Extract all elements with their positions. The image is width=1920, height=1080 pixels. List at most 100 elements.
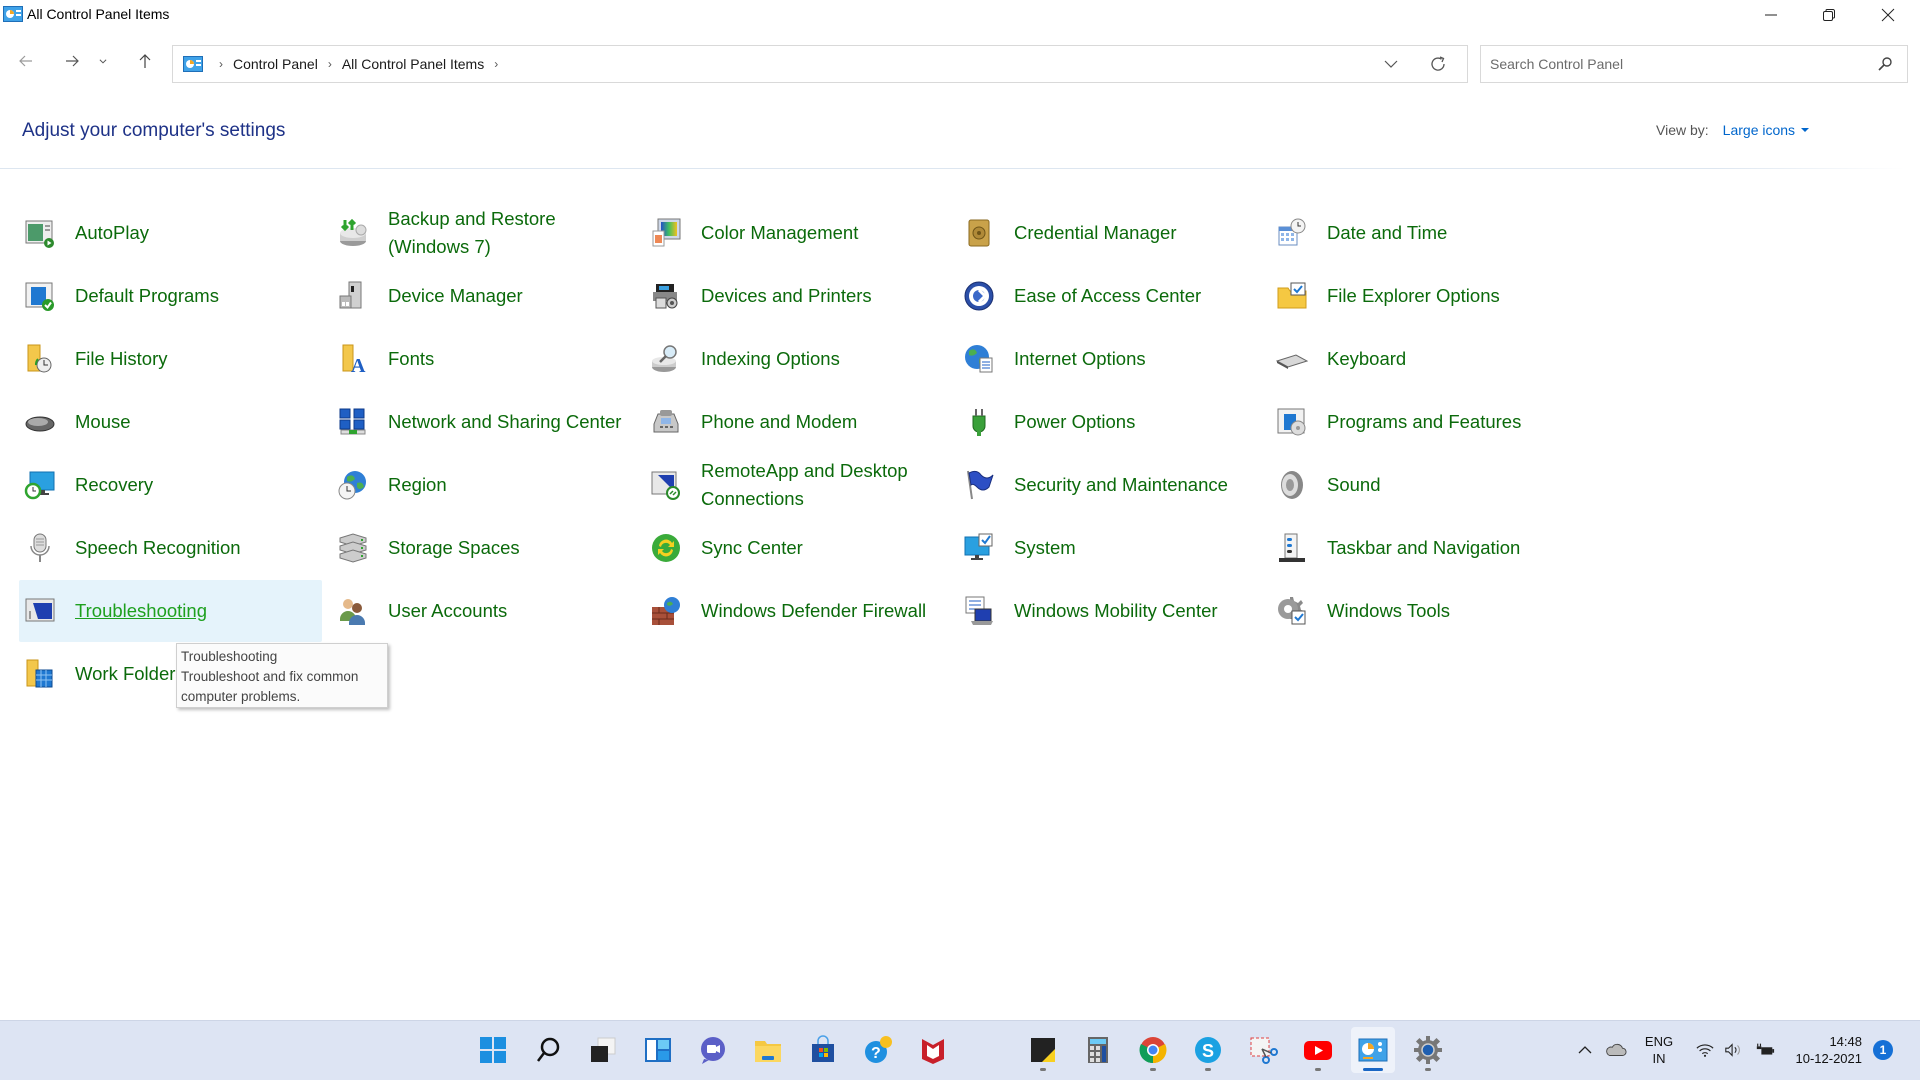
control-panel-item-label[interactable]: Keyboard — [1327, 345, 1572, 373]
control-panel-item[interactable]: Keyboard — [1271, 328, 1574, 390]
search-icon[interactable] — [1877, 56, 1893, 72]
control-panel-item[interactable]: Ease of Access Center — [958, 265, 1261, 327]
control-panel-item[interactable]: A Fonts — [332, 328, 635, 390]
taskbar-app-widgets[interactable] — [636, 1027, 680, 1073]
control-panel-item[interactable]: Mouse — [19, 391, 322, 453]
control-panel-item-label[interactable]: Storage Spaces — [388, 534, 633, 562]
taskbar-app-get-help[interactable]: ? — [856, 1027, 900, 1073]
control-panel-item-label[interactable]: Default Programs — [75, 282, 320, 310]
control-panel-item[interactable]: Internet Options — [958, 328, 1261, 390]
taskbar-app-microsoft-store[interactable] — [801, 1027, 845, 1073]
control-panel-item[interactable]: Device Manager — [332, 265, 635, 327]
up-button[interactable] — [128, 46, 162, 76]
control-panel-item[interactable]: Indexing Options — [645, 328, 948, 390]
control-panel-item-label[interactable]: Taskbar and Navigation — [1327, 534, 1572, 562]
control-panel-item[interactable]: Color Management — [645, 202, 948, 264]
control-panel-item[interactable]: Recovery — [19, 454, 322, 516]
control-panel-item[interactable]: Programs and Features — [1271, 391, 1574, 453]
control-panel-item-label[interactable]: Fonts — [388, 345, 633, 373]
control-panel-item[interactable]: File History — [19, 328, 322, 390]
clock-button[interactable]: 14:48 10-12-2021 — [1790, 1020, 1863, 1080]
taskbar-app-chat[interactable] — [691, 1027, 735, 1073]
control-panel-item[interactable]: Date and Time — [1271, 202, 1574, 264]
control-panel-item[interactable]: User Accounts — [332, 580, 635, 642]
control-panel-item[interactable]: Default Programs — [19, 265, 322, 327]
control-panel-item-label[interactable]: Color Management — [701, 219, 946, 247]
control-panel-item[interactable]: System — [958, 517, 1261, 579]
control-panel-item-label[interactable]: Recovery — [75, 471, 320, 499]
taskbar-app-control-panel[interactable] — [1351, 1027, 1395, 1073]
taskbar-app-snipping-tool[interactable] — [1241, 1027, 1285, 1073]
control-panel-item-label[interactable]: Power Options — [1014, 408, 1259, 436]
recent-locations-button[interactable] — [92, 46, 114, 76]
taskbar-app-sticky-notes[interactable] — [1021, 1027, 1065, 1073]
input-language-button[interactable]: ENG IN — [1642, 1020, 1676, 1080]
taskbar-app-skype[interactable]: S — [1186, 1027, 1230, 1073]
control-panel-item[interactable]: Windows Tools — [1271, 580, 1574, 642]
taskbar-app-task-view[interactable] — [581, 1027, 625, 1073]
taskbar-app-file-explorer[interactable] — [746, 1027, 790, 1073]
show-hidden-icons-button[interactable] — [1573, 1020, 1597, 1080]
control-panel-item-label[interactable]: Programs and Features — [1327, 408, 1572, 436]
control-panel-item[interactable]: Windows Defender Firewall — [645, 580, 948, 642]
battery-button[interactable] — [1752, 1020, 1778, 1080]
control-panel-item[interactable]: Region — [332, 454, 635, 516]
taskbar-app-mcafee[interactable] — [911, 1027, 955, 1073]
control-panel-item-label[interactable]: Indexing Options — [701, 345, 946, 373]
volume-button[interactable] — [1722, 1020, 1744, 1080]
search-input[interactable] — [1481, 46, 1861, 82]
view-by-dropdown[interactable]: Large icons — [1723, 122, 1810, 138]
network-button[interactable] — [1694, 1020, 1716, 1080]
forward-button[interactable] — [55, 46, 89, 76]
close-button[interactable] — [1860, 0, 1916, 30]
notification-badge[interactable]: 1 — [1873, 1040, 1893, 1060]
address-bar[interactable]: › Control Panel › All Control Panel Item… — [172, 45, 1468, 83]
control-panel-item[interactable]: Taskbar and Navigation — [1271, 517, 1574, 579]
taskbar-app-youtube[interactable] — [1296, 1027, 1340, 1073]
control-panel-item[interactable]: RemoteApp and Desktop Connections — [645, 454, 948, 516]
address-history-dropdown[interactable] — [1383, 56, 1399, 72]
control-panel-item-label[interactable]: Security and Maintenance — [1014, 471, 1259, 499]
control-panel-item-label[interactable]: RemoteApp and Desktop Connections — [701, 457, 946, 513]
control-panel-item-label[interactable]: Internet Options — [1014, 345, 1259, 373]
control-panel-item[interactable]: Speech Recognition — [19, 517, 322, 579]
control-panel-item[interactable]: File Explorer Options — [1271, 265, 1574, 327]
control-panel-item-label[interactable]: Sync Center — [701, 534, 946, 562]
control-panel-item-label[interactable]: AutoPlay — [75, 219, 320, 247]
control-panel-item-label[interactable]: Ease of Access Center — [1014, 282, 1259, 310]
taskbar-app-search[interactable] — [526, 1027, 570, 1073]
control-panel-item[interactable]: Sync Center — [645, 517, 948, 579]
control-panel-item[interactable]: Devices and Printers — [645, 265, 948, 327]
refresh-button[interactable] — [1429, 55, 1447, 73]
control-panel-item-label[interactable]: Windows Mobility Center — [1014, 597, 1259, 625]
control-panel-item[interactable]: Windows Mobility Center — [958, 580, 1261, 642]
control-panel-item[interactable]: Power Options — [958, 391, 1261, 453]
breadcrumb-separator[interactable]: › — [328, 57, 332, 71]
control-panel-item-label[interactable]: Credential Manager — [1014, 219, 1259, 247]
control-panel-item-label[interactable]: Device Manager — [388, 282, 633, 310]
control-panel-item-label[interactable]: Date and Time — [1327, 219, 1572, 247]
taskbar-app-settings[interactable] — [1406, 1027, 1450, 1073]
control-panel-item-label[interactable]: Speech Recognition — [75, 534, 320, 562]
control-panel-item-label[interactable]: File Explorer Options — [1327, 282, 1572, 310]
breadcrumb-control-panel[interactable]: Control Panel — [233, 56, 318, 72]
minimize-button[interactable] — [1743, 0, 1799, 30]
back-button[interactable] — [9, 46, 43, 76]
control-panel-item-label[interactable]: User Accounts — [388, 597, 633, 625]
control-panel-item-label[interactable]: Troubleshooting — [75, 597, 320, 625]
control-panel-item[interactable]: Phone and Modem — [645, 391, 948, 453]
control-panel-item[interactable]: Sound — [1271, 454, 1574, 516]
taskbar-app-calculator[interactable] — [1076, 1027, 1120, 1073]
control-panel-item[interactable]: AutoPlay — [19, 202, 322, 264]
control-panel-item-label[interactable]: Region — [388, 471, 633, 499]
breadcrumb-separator[interactable]: › — [219, 57, 223, 71]
breadcrumb-all-items[interactable]: All Control Panel Items — [342, 56, 484, 72]
control-panel-item-label[interactable]: System — [1014, 534, 1259, 562]
control-panel-item-label[interactable]: Windows Defender Firewall — [701, 597, 946, 625]
taskbar-app-chrome[interactable] — [1131, 1027, 1175, 1073]
onedrive-button[interactable] — [1604, 1020, 1628, 1080]
control-panel-item[interactable]: Network and Sharing Center — [332, 391, 635, 453]
restore-button[interactable] — [1801, 0, 1857, 30]
control-panel-item[interactable]: Storage Spaces — [332, 517, 635, 579]
control-panel-item-label[interactable]: Network and Sharing Center — [388, 408, 633, 436]
